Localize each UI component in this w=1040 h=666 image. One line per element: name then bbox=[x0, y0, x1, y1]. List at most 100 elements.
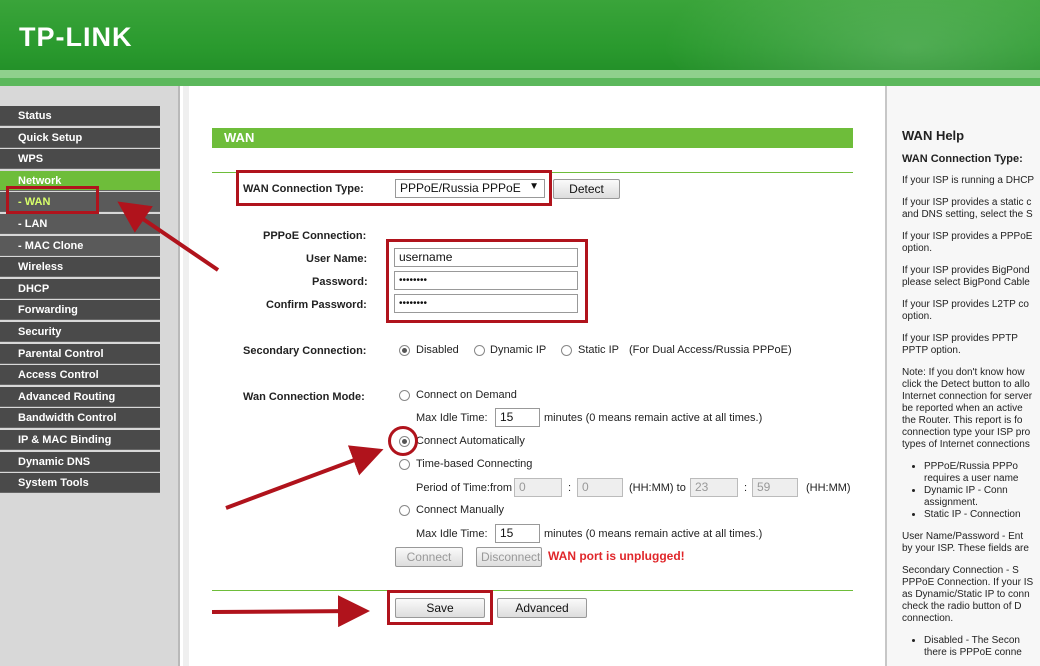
help-line: If your ISP provides a static c bbox=[902, 197, 1032, 208]
help-line: Disabled - The Secon bbox=[924, 635, 1020, 646]
password-label: Password: bbox=[312, 276, 368, 288]
help-line: option. bbox=[902, 311, 933, 322]
connect-button[interactable]: Connect bbox=[395, 547, 463, 567]
max-idle-time-label-2: Max Idle Time: bbox=[416, 528, 488, 540]
sidebar-item-security[interactable]: Security bbox=[0, 322, 160, 342]
help-text: Secondary Connection - S PPPoE Connectio… bbox=[902, 565, 1040, 625]
help-list: PPPoE/Russia PPPorequires a user name Dy… bbox=[924, 461, 1040, 521]
help-line: Note: If you don't know how bbox=[902, 367, 1025, 378]
sidebar-item-system-tools[interactable]: System Tools bbox=[0, 473, 160, 493]
sidebar-item-wps[interactable]: WPS bbox=[0, 149, 160, 169]
help-line: please select BigPond Cable bbox=[902, 277, 1030, 288]
detect-button[interactable]: Detect bbox=[553, 179, 620, 199]
help-line: Dynamic IP - Conn bbox=[924, 485, 1008, 496]
confirm-password-label: Confirm Password: bbox=[266, 299, 367, 311]
help-line: option. bbox=[902, 243, 933, 254]
help-line: and DNS setting, select the S bbox=[902, 209, 1033, 220]
time-colon-1: : bbox=[568, 482, 572, 494]
sidebar-item-quick-setup[interactable]: Quick Setup bbox=[0, 128, 160, 148]
help-line: If your ISP provides BigPond bbox=[902, 265, 1030, 276]
help-line: If your ISP provides a PPPoE bbox=[902, 231, 1033, 242]
help-text: User Name/Password - Ent by your ISP. The… bbox=[902, 531, 1040, 555]
sidebar-item-parental-control[interactable]: Parental Control bbox=[0, 344, 160, 364]
help-text: If your ISP provides PPTP PPTP option. bbox=[902, 333, 1040, 357]
help-line: be reported when an active bbox=[902, 403, 1023, 414]
help-line: If your ISP is running a DHCP bbox=[902, 175, 1035, 186]
secondary-note: (For Dual Access/Russia PPPoE) bbox=[629, 344, 792, 356]
sidebar-item-access-control[interactable]: Access Control bbox=[0, 365, 160, 385]
help-line: connection. bbox=[902, 613, 954, 624]
help-list-item: Disabled - The Seconthere is PPPoE conne bbox=[924, 635, 1040, 659]
help-list-item: Static IP - Connection bbox=[924, 509, 1040, 521]
help-line: there is PPPoE conne bbox=[924, 647, 1022, 658]
time-based-radio[interactable] bbox=[399, 459, 410, 470]
sidebar-item-wireless[interactable]: Wireless bbox=[0, 257, 160, 277]
max-idle-time-label: Max Idle Time: bbox=[416, 412, 488, 424]
advanced-button[interactable]: Advanced bbox=[497, 598, 587, 618]
help-text: If your ISP provides BigPond please selec… bbox=[902, 265, 1040, 289]
sidebar-item-forwarding[interactable]: Forwarding bbox=[0, 300, 160, 320]
help-line: by your ISP. These fields are bbox=[902, 543, 1029, 554]
secondary-dynamic-ip-radio[interactable] bbox=[474, 345, 485, 356]
help-line: Internet connection for server bbox=[902, 391, 1033, 402]
divider-bottom bbox=[212, 590, 853, 591]
connect-automatically-label: Connect Automatically bbox=[416, 435, 525, 447]
connect-on-demand-radio[interactable] bbox=[399, 390, 410, 401]
sidebar-item-status[interactable]: Status bbox=[0, 106, 160, 126]
header-stripe-dark bbox=[0, 78, 1040, 86]
highlight-connect-automatically bbox=[388, 426, 418, 456]
sidebar-item-mac-clone[interactable]: - MAC Clone bbox=[0, 236, 160, 256]
help-line: PPPoE Connection. If your IS bbox=[902, 577, 1034, 588]
connect-manually-radio[interactable] bbox=[399, 505, 410, 516]
period-to-minute-field[interactable]: 59 bbox=[752, 478, 798, 497]
sidebar-item-bandwidth-control[interactable]: Bandwidth Control bbox=[0, 408, 160, 428]
help-line: connection type your ISP pro bbox=[902, 427, 1031, 438]
wan-connection-mode-label: Wan Connection Mode: bbox=[243, 391, 365, 403]
time-based-label: Time-based Connecting bbox=[416, 458, 533, 470]
period-from-hour-field[interactable]: 0 bbox=[514, 478, 562, 497]
wan-unplugged-error: WAN port is unplugged! bbox=[548, 549, 685, 563]
header-stripe bbox=[0, 70, 1040, 78]
help-line: User Name/Password - Ent bbox=[902, 531, 1024, 542]
help-subtitle: WAN Connection Type: bbox=[902, 153, 1023, 165]
secondary-disabled-radio[interactable] bbox=[399, 345, 410, 356]
help-text: If your ISP provides a static c and DNS s… bbox=[902, 197, 1040, 221]
help-panel: WAN Help WAN Connection Type: If your IS… bbox=[885, 86, 1040, 666]
max-idle-time-field-2[interactable]: 15 bbox=[495, 524, 540, 543]
secondary-static-ip-radio[interactable] bbox=[561, 345, 572, 356]
help-line: as Dynamic/Static IP to conn bbox=[902, 589, 1030, 600]
disconnect-button[interactable]: Disconnect bbox=[476, 547, 542, 567]
period-to-hour-field[interactable]: 23 bbox=[690, 478, 738, 497]
help-line: check the radio button of D bbox=[902, 601, 1022, 612]
help-line: requires a user name bbox=[924, 473, 1019, 484]
period-from-minute-field[interactable]: 0 bbox=[577, 478, 623, 497]
pppoe-connection-label: PPPoE Connection: bbox=[263, 230, 367, 242]
username-label: User Name: bbox=[306, 253, 368, 265]
connect-manually-label: Connect Manually bbox=[416, 504, 505, 516]
highlight-wan-type bbox=[236, 170, 552, 206]
sidebar-item-lan[interactable]: - LAN bbox=[0, 214, 160, 234]
help-list: Disabled - The Seconthere is PPPoE conne bbox=[924, 635, 1040, 659]
sidebar-item-advanced-routing[interactable]: Advanced Routing bbox=[0, 387, 160, 407]
help-note: Note: If you don't know how click the De… bbox=[902, 367, 1040, 451]
sidebar-item-dhcp[interactable]: DHCP bbox=[0, 279, 160, 299]
max-idle-minutes-note-2: minutes (0 means remain active at all ti… bbox=[544, 528, 763, 540]
hhmm-label: (HH:MM) bbox=[806, 482, 851, 494]
time-colon-2: : bbox=[744, 482, 748, 494]
highlight-save bbox=[387, 590, 493, 625]
max-idle-minutes-note: minutes (0 means remain active at all ti… bbox=[544, 412, 763, 424]
max-idle-time-field[interactable]: 15 bbox=[495, 408, 540, 427]
help-line: Secondary Connection - S bbox=[902, 565, 1019, 576]
help-text: If your ISP is running a DHCP bbox=[902, 175, 1040, 187]
secondary-static-ip-label: Static IP bbox=[578, 344, 619, 356]
highlight-wan-menu bbox=[6, 186, 99, 214]
page-title: WAN bbox=[212, 128, 853, 148]
help-line: PPTP option. bbox=[902, 345, 961, 356]
help-line: assignment. bbox=[924, 497, 978, 508]
sidebar-item-dynamic-dns[interactable]: Dynamic DNS bbox=[0, 452, 160, 472]
help-list-item: PPPoE/Russia PPPorequires a user name bbox=[924, 461, 1040, 485]
secondary-connection-label: Secondary Connection: bbox=[243, 345, 367, 357]
help-line: types of Internet connections bbox=[902, 439, 1030, 450]
help-line: click the Detect button to allo bbox=[902, 379, 1030, 390]
sidebar-item-ip-mac-binding[interactable]: IP & MAC Binding bbox=[0, 430, 160, 450]
